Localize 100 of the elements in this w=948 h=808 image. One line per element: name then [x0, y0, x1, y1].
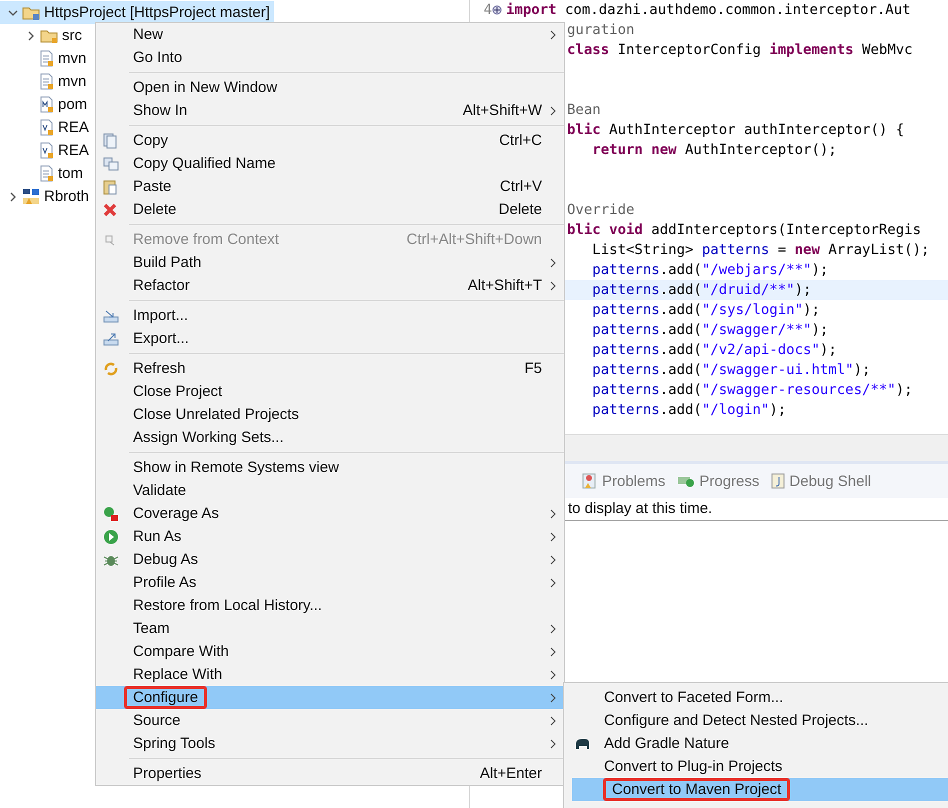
menu-item[interactable]: Convert to Faceted Form... [564, 686, 948, 709]
menu-item[interactable]: Open in New Window [96, 76, 564, 99]
panel-tab[interactable]: Progress [677, 472, 760, 490]
panel-tab[interactable]: Debug Shell [771, 472, 872, 490]
menu-item[interactable]: Close Project [96, 380, 564, 403]
project-folder-icon [22, 4, 40, 20]
menu-item[interactable]: Copy Qualified Name [96, 152, 564, 175]
menu-item[interactable]: Compare With [96, 640, 564, 663]
clipboard-icon [103, 178, 117, 194]
chevron-icon [550, 258, 556, 268]
run-icon [103, 528, 119, 544]
code-line: patterns.add("/druid/**"); [591, 282, 812, 298]
tree-item[interactable]: pom [0, 93, 92, 116]
chevron-icon [550, 646, 556, 656]
copy-icon [103, 156, 119, 170]
tree-item[interactable]: mvn [0, 47, 90, 70]
expand-icon[interactable] [492, 5, 502, 15]
menu-item[interactable]: Export... [96, 327, 564, 350]
menu-item[interactable]: Source [96, 709, 564, 732]
code-line: return new AuthInterceptor(); [591, 142, 837, 158]
menu-item[interactable]: Go Into [96, 46, 564, 69]
tree-item[interactable]: mvn [0, 70, 90, 93]
shell-icon [771, 473, 786, 489]
panel-tab[interactable]: Problems [582, 472, 666, 490]
tree-item[interactable]: REA [0, 116, 93, 139]
menu-item[interactable]: Run As [96, 525, 564, 548]
chevron-icon [550, 716, 556, 726]
document-icon [40, 142, 54, 159]
copy-icon [103, 132, 117, 148]
menu-item[interactable]: Debug As [96, 548, 564, 571]
menu-item[interactable]: Spring Tools [96, 732, 564, 755]
menu-item[interactable]: Assign Working Sets... [96, 426, 564, 449]
chevron-icon [550, 532, 556, 542]
menu-item[interactable]: Refresh F5 [96, 357, 564, 380]
menu-item[interactable]: Show In Alt+Shift+W [96, 99, 564, 122]
menu-item[interactable]: Refactor Alt+Shift+T [96, 274, 564, 297]
code-line: patterns.add("/sys/login"); [591, 302, 820, 318]
menu-item[interactable]: Convert to Maven Project [572, 778, 948, 801]
menu-item[interactable]: Properties Alt+Enter [96, 762, 564, 785]
code-line: class InterceptorConfig implements WebMvc [567, 42, 913, 58]
menu-item[interactable]: Restore from Local History... [96, 594, 564, 617]
code-line: blic void addInterceptors(InterceptorRegis [567, 222, 922, 238]
code-line: patterns.add("/swagger/**"); [591, 322, 828, 338]
code-line: patterns.add("/login"); [591, 402, 786, 418]
collapsed-icon[interactable] [26, 30, 36, 40]
progress-icon [677, 474, 696, 488]
problems-icon [582, 473, 598, 489]
code-line: patterns.add("/v2/api-docs"); [591, 342, 837, 358]
menu-item[interactable]: Replace With [96, 663, 564, 686]
code-line: patterns.add("/swagger-ui.html"); [591, 362, 870, 378]
expanded-icon[interactable] [8, 8, 18, 18]
line-number: 4 [482, 2, 492, 18]
collapsed-icon[interactable] [8, 192, 18, 202]
chevron-icon [550, 554, 556, 564]
file-icon [40, 73, 54, 90]
chevron-icon [550, 280, 556, 290]
menu-item[interactable]: Convert to Plug-in Projects [564, 755, 948, 778]
chevron-icon [550, 670, 556, 680]
code-line: patterns.add("/webjars/**"); [591, 262, 828, 278]
delete-icon [103, 202, 117, 216]
chevron-icon [550, 578, 556, 588]
code-line: import com.dazhi.authdemo.common.interceptor.Aut [506, 2, 911, 18]
menu-item[interactable]: Import... [96, 304, 564, 327]
tree-item[interactable]: src [0, 24, 86, 47]
code-line: blic AuthInterceptor authInterceptor() { [567, 122, 904, 138]
menu-item[interactable]: Configure and Detect Nested Projects... [564, 709, 948, 732]
chevron-icon [550, 30, 556, 40]
document-icon [40, 119, 54, 136]
menu-item[interactable]: Configure [96, 686, 564, 709]
tree-item[interactable]: HttpsProject [HttpsProject master] [0, 1, 274, 24]
project-icon [22, 188, 40, 205]
menu-item[interactable]: Team [96, 617, 564, 640]
export-icon [103, 332, 119, 346]
refresh-icon [103, 360, 119, 376]
tree-item[interactable]: REA [0, 139, 93, 162]
coverage-icon [103, 506, 119, 522]
menu-item[interactable]: Add Gradle Nature [564, 732, 948, 755]
menu-item[interactable]: Copy Ctrl+C [96, 129, 564, 152]
code-line: Bean [567, 102, 601, 118]
tree-item[interactable]: Rbroth [0, 185, 94, 208]
file-icon [40, 50, 54, 67]
chevron-icon [550, 692, 556, 702]
folder-icon [40, 28, 58, 44]
menu-item[interactable]: Build Path [96, 251, 564, 274]
code-line: guration [567, 22, 634, 38]
menu-item[interactable]: Show in Remote Systems view [96, 456, 564, 479]
chevron-icon [550, 508, 556, 518]
menu-item[interactable]: Profile As [96, 571, 564, 594]
import-icon [103, 308, 119, 322]
menu-item[interactable]: Delete Delete [96, 198, 564, 221]
menu-item[interactable]: Paste Ctrl+V [96, 175, 564, 198]
menu-item[interactable]: New [96, 23, 564, 46]
chevron-icon [550, 624, 556, 634]
chevron-icon [550, 106, 556, 116]
chevron-icon [550, 738, 556, 748]
file-icon [40, 165, 54, 182]
code-line: Override [567, 202, 634, 218]
menu-item[interactable]: Close Unrelated Projects [96, 403, 564, 426]
tree-item[interactable]: tom [0, 162, 88, 185]
code-line: List<String> patterns = new ArrayList(); [591, 242, 930, 258]
